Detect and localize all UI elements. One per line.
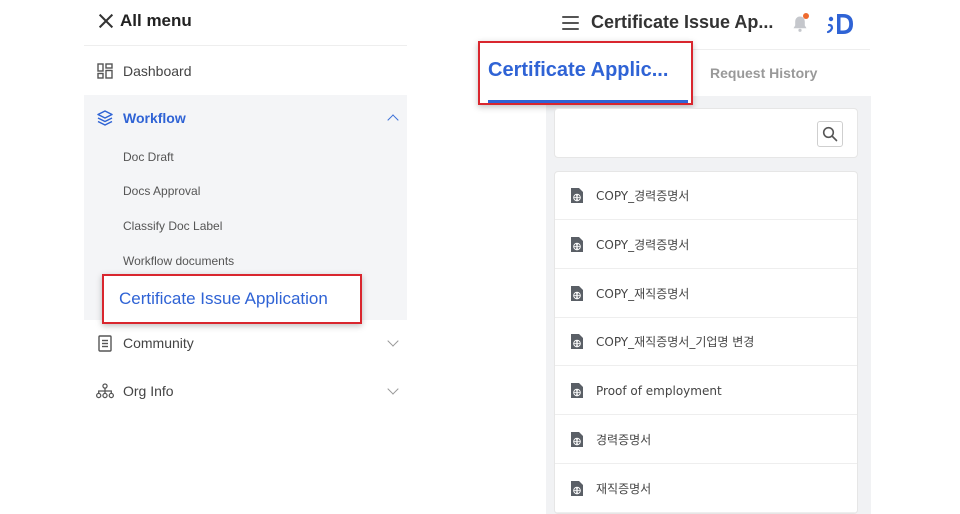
org-chart-icon	[96, 382, 114, 400]
submenu-item-workflow-documents[interactable]: Workflow documents	[123, 254, 234, 268]
list-item-label: COPY_경력증명서	[596, 189, 690, 203]
menu-item-label: Community	[123, 335, 194, 351]
list-item[interactable]: COPY_경력증명서	[555, 172, 857, 220]
submenu-item-certificate-issue-application[interactable]: Certificate Issue Application	[102, 274, 362, 324]
submenu-item-docs-approval[interactable]: Docs Approval	[123, 184, 200, 198]
menu-item-label: Org Info	[123, 383, 174, 399]
all-menu-header: All menu	[98, 8, 192, 34]
logo-icon	[826, 11, 856, 37]
close-icon[interactable]	[98, 13, 114, 29]
document-globe-icon	[570, 333, 584, 350]
list-item-label: COPY_경력증명서	[596, 237, 690, 252]
list-item[interactable]: 재직증명서	[555, 465, 857, 513]
chevron-down-icon[interactable]	[387, 335, 399, 347]
menu-item-community[interactable]: Community	[84, 323, 407, 363]
menu-item-dashboard[interactable]: Dashboard	[84, 51, 407, 91]
dashboard-icon	[96, 62, 114, 80]
tab-label: Certificate Applic...	[488, 59, 669, 81]
document-globe-icon	[570, 187, 584, 204]
document-globe-icon	[570, 236, 584, 253]
menu-item-label: Dashboard	[123, 63, 192, 79]
list-item[interactable]: COPY_경력증명서	[555, 221, 857, 269]
menu-item-label: Workflow	[123, 110, 186, 126]
list-item-label: 경력증명서	[596, 433, 652, 447]
chevron-down-icon[interactable]	[387, 383, 399, 395]
submenu-item-classify-doc-label[interactable]: Classify Doc Label	[123, 219, 222, 233]
all-menu-panel: All menu Dashboard Workflow Doc Draft Do…	[84, 0, 407, 514]
notification-dot	[803, 13, 809, 19]
hamburger-menu-icon[interactable]	[562, 16, 579, 30]
tab-request-history[interactable]: Request History	[710, 65, 817, 81]
search-icon	[822, 126, 838, 142]
search-button[interactable]	[817, 121, 843, 147]
menu-item-org-info[interactable]: Org Info	[84, 371, 407, 411]
layers-icon	[96, 109, 114, 127]
list-item-label: 재직증명서	[596, 481, 652, 496]
page-title: Certificate Issue Ap...	[591, 12, 774, 32]
list-item[interactable]: COPY_재직증명서_기업명 변경	[555, 318, 857, 367]
list-item-label: Proof of employment	[596, 383, 722, 398]
menu-item-workflow[interactable]: Workflow	[84, 98, 407, 138]
list-item-label: COPY_재직증명서	[596, 286, 690, 301]
divider	[84, 45, 407, 46]
chevron-up-icon[interactable]	[387, 114, 399, 126]
document-globe-icon	[570, 480, 584, 497]
list-item-label: COPY_재직증명서_기업명 변경	[596, 335, 755, 350]
list-item[interactable]: Proof of employment	[555, 367, 857, 416]
list-item[interactable]: COPY_재직증명서	[555, 270, 857, 318]
tab-certificate-application[interactable]: Certificate Applic...	[478, 41, 693, 105]
document-globe-icon	[570, 382, 584, 399]
submenu-item-label: Certificate Issue Application	[119, 289, 328, 308]
active-tab-indicator	[488, 100, 688, 103]
submenu-item-doc-draft[interactable]: Doc Draft	[123, 150, 174, 164]
list-item[interactable]: 경력증명서	[555, 416, 857, 464]
all-menu-title: All menu	[120, 11, 192, 30]
document-globe-icon	[570, 285, 584, 302]
search-bar[interactable]	[554, 108, 858, 158]
document-list-icon	[96, 334, 114, 352]
document-globe-icon	[570, 431, 584, 448]
certificate-list: COPY_경력증명서 COPY_경력증명서 COPY_재직증명서 COPY_재직증명서…	[554, 171, 858, 514]
